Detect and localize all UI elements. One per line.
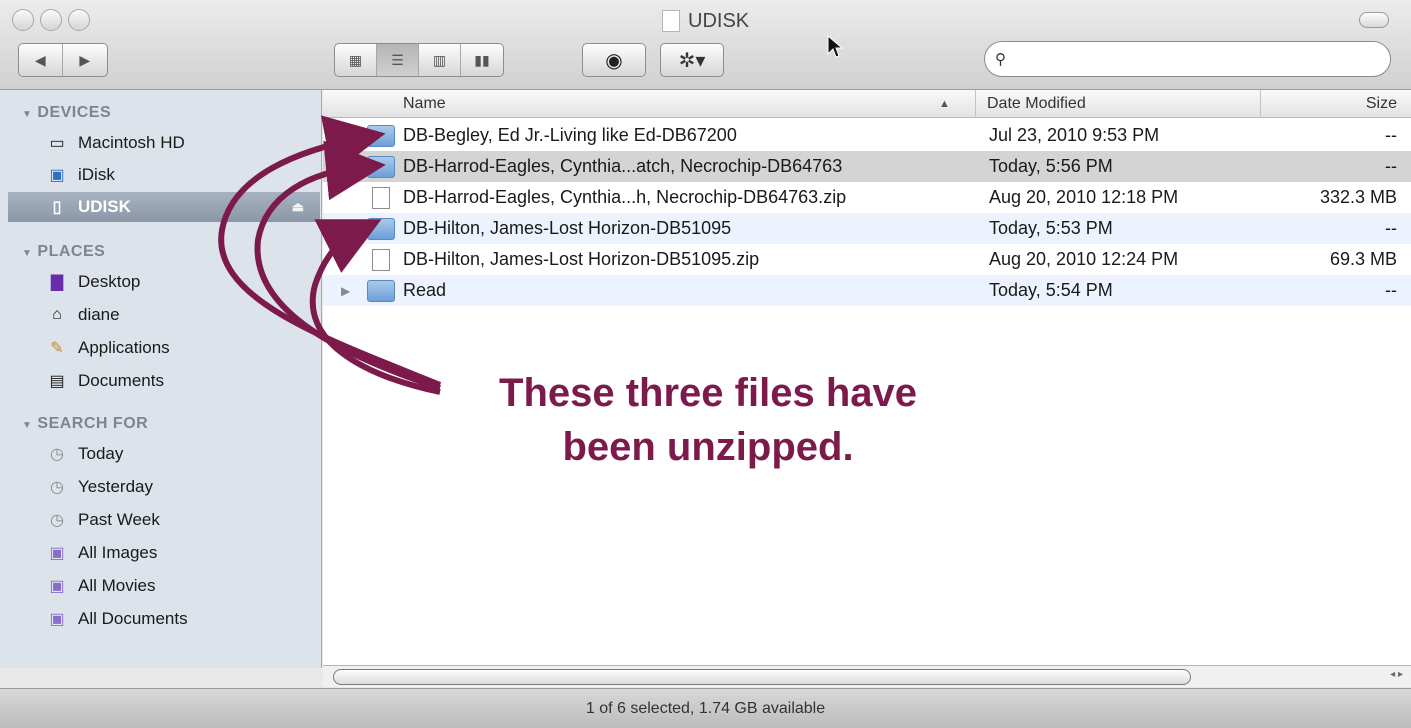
sidebar-section-places[interactable]: ▼ PLACES xyxy=(22,243,105,261)
zip-file-icon xyxy=(372,186,390,209)
disclosure-triangle-icon[interactable]: ▶ xyxy=(341,284,350,298)
sidebar-item-all-documents[interactable]: ▣ All Documents xyxy=(44,604,187,634)
zoom-button[interactable] xyxy=(68,9,90,31)
left-arrow-icon: ◀ xyxy=(34,51,46,68)
smart-folder-icon: ▣ xyxy=(49,545,65,562)
sidebar-item-all-images[interactable]: ▣ All Images xyxy=(44,538,157,568)
usb-disk-icon: ▯ xyxy=(52,199,62,216)
desktop-icon: ▇ xyxy=(50,274,64,291)
close-button[interactable] xyxy=(12,9,34,31)
applications-icon: ✎ xyxy=(50,340,64,357)
documents-icon: ▤ xyxy=(49,373,65,390)
file-row[interactable]: DB-Hilton, James-Lost Horizon-DB51095.zi… xyxy=(323,244,1411,275)
list-view-icon: ☰ xyxy=(391,51,404,68)
file-row[interactable]: DB-Harrod-Eagles, Cynthia...h, Necrochip… xyxy=(323,182,1411,213)
mouse-cursor-icon xyxy=(827,34,844,58)
toolbar-toggle-button[interactable] xyxy=(1359,12,1389,28)
scrollbar-thumb[interactable] xyxy=(333,669,1191,685)
sidebar-item-today[interactable]: ◷ Today xyxy=(44,439,123,469)
sidebar-section-search-for[interactable]: ▼ SEARCH FOR xyxy=(22,415,148,433)
sidebar-section-devices[interactable]: ▼ DEVICES xyxy=(22,104,111,122)
folder-icon xyxy=(367,217,395,240)
zip-file-icon xyxy=(372,248,390,271)
eject-icon[interactable]: ⏏ xyxy=(292,199,304,215)
window-title: UDISK xyxy=(662,9,749,33)
clock-icon: ◷ xyxy=(50,446,64,463)
back-button[interactable]: ◀ xyxy=(19,44,63,76)
title-toolbar: UDISK ◀ ▶ ▦ ☰ ▥ ▮▮ ◉ ✲▾ ⚲ xyxy=(0,0,1411,90)
search-field[interactable]: ⚲ xyxy=(984,41,1391,77)
sidebar-item-applications[interactable]: ✎ Applications xyxy=(44,333,169,363)
folder-icon xyxy=(367,155,395,178)
list-view-button[interactable]: ☰ xyxy=(377,44,419,76)
sidebar-item-desktop[interactable]: ▇ Desktop xyxy=(44,267,141,297)
folder-icon xyxy=(367,279,395,302)
sidebar-item-udisk[interactable]: ▯ UDISK ⏏ xyxy=(8,192,320,222)
clock-icon: ◷ xyxy=(50,479,64,496)
file-row[interactable]: ▶ DB-Begley, Ed Jr.-Living like Ed-DB672… xyxy=(323,120,1411,151)
column-view-icon: ▥ xyxy=(432,51,447,68)
column-view-button[interactable]: ▥ xyxy=(419,44,461,76)
smart-folder-icon: ▣ xyxy=(49,611,65,628)
eye-icon: ◉ xyxy=(605,49,623,72)
view-mode-control: ▦ ☰ ▥ ▮▮ xyxy=(334,43,504,77)
disclosure-triangle-icon[interactable]: ▶ xyxy=(341,129,350,143)
column-header-name[interactable]: Name xyxy=(403,95,446,113)
sidebar-item-all-movies[interactable]: ▣ All Movies xyxy=(44,571,155,601)
status-bar: 1 of 6 selected, 1.74 GB available xyxy=(0,688,1411,728)
folder-icon xyxy=(367,124,395,147)
sidebar-item-documents[interactable]: ▤ Documents xyxy=(44,366,164,396)
gear-icon: ✲▾ xyxy=(678,49,706,72)
sort-ascending-icon: ▲ xyxy=(939,98,950,110)
right-arrow-icon: ▶ xyxy=(79,51,91,68)
sidebar-item-past-week[interactable]: ◷ Past Week xyxy=(44,505,160,535)
minimize-button[interactable] xyxy=(40,9,62,31)
action-menu-button[interactable]: ✲▾ xyxy=(660,43,724,77)
column-divider[interactable] xyxy=(1260,90,1261,118)
column-divider[interactable] xyxy=(975,90,976,118)
quicklook-button[interactable]: ◉ xyxy=(582,43,646,77)
file-row-selected[interactable]: ▶ DB-Harrod-Eagles, Cynthia...atch, Necr… xyxy=(323,151,1411,182)
back-forward-control: ◀ ▶ xyxy=(18,43,108,77)
coverflow-view-button[interactable]: ▮▮ xyxy=(461,44,503,76)
search-input[interactable] xyxy=(1014,51,1390,67)
sidebar-item-diane[interactable]: ⌂ diane xyxy=(44,300,119,330)
finder-window: UDISK ◀ ▶ ▦ ☰ ▥ ▮▮ ◉ ✲▾ ⚲ ▼ DEVICES ▭ Ma… xyxy=(0,0,1411,728)
disclosure-triangle-icon[interactable]: ▶ xyxy=(341,222,350,236)
smart-folder-icon: ▣ xyxy=(49,578,65,595)
column-header-size[interactable]: Size xyxy=(1366,95,1397,113)
column-header: Name ▲ Date Modified Size xyxy=(323,90,1411,118)
icon-view-button[interactable]: ▦ xyxy=(335,44,377,76)
hard-drive-icon: ▭ xyxy=(49,135,65,152)
annotation-callout: These three files have been unzipped. xyxy=(499,371,917,469)
sidebar-item-yesterday[interactable]: ◷ Yesterday xyxy=(44,472,153,502)
coverflow-view-icon: ▮▮ xyxy=(474,51,490,68)
sidebar-item-macintosh-hd[interactable]: ▭ Macintosh HD xyxy=(44,128,184,158)
horizontal-scrollbar[interactable]: ◂ ▸ xyxy=(323,665,1411,687)
file-row[interactable]: ▶ Read Today, 5:54 PM -- xyxy=(323,275,1411,306)
search-icon: ⚲ xyxy=(995,51,1006,68)
disclosure-triangle-icon[interactable]: ▶ xyxy=(341,160,350,174)
idisk-icon: ▣ xyxy=(49,167,65,184)
sidebar-item-idisk[interactable]: ▣ iDisk xyxy=(44,160,114,190)
icon-view-icon: ▦ xyxy=(348,51,363,68)
forward-button[interactable]: ▶ xyxy=(63,44,107,76)
scroll-arrows-icon[interactable]: ◂ ▸ xyxy=(1390,669,1403,680)
clock-icon: ◷ xyxy=(50,512,64,529)
home-icon: ⌂ xyxy=(52,306,62,323)
file-row[interactable]: ▶ DB-Hilton, James-Lost Horizon-DB51095 … xyxy=(323,213,1411,244)
status-text: 1 of 6 selected, 1.74 GB available xyxy=(585,699,826,717)
disk-icon xyxy=(662,10,680,32)
sidebar: ▼ DEVICES ▭ Macintosh HD ▣ iDisk ▯ UDISK ⏏ ▼… xyxy=(0,90,322,668)
column-header-date[interactable]: Date Modified xyxy=(987,95,1086,113)
